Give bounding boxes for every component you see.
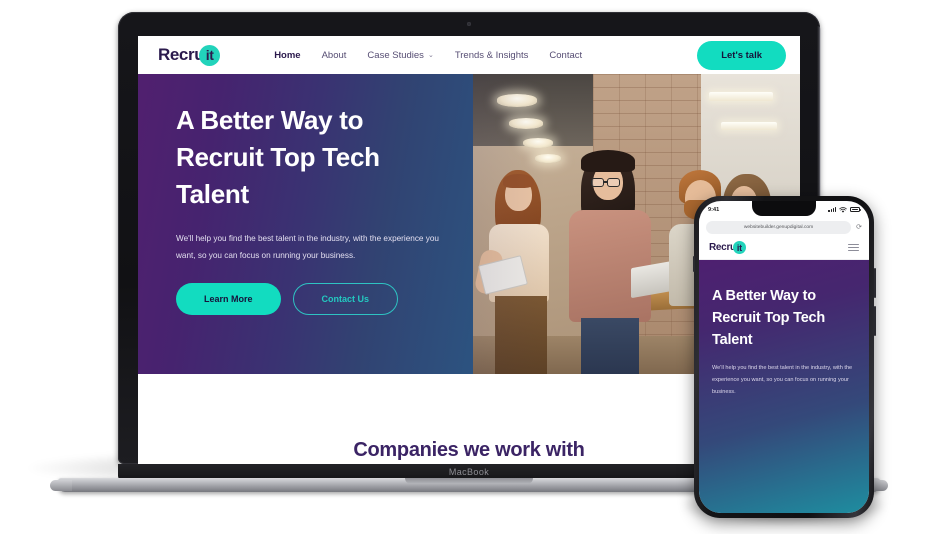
hero-heading: A Better Way to Recruit Top Tech Talent [176,105,380,209]
companies-heading: Companies we work with [353,439,585,461]
learn-more-button[interactable]: Learn More [176,282,281,315]
phone-hero-heading: A Better Way to Recruit Top Tech Talent [712,288,826,348]
nav-item-contact[interactable]: Contact [549,50,582,61]
product-mockup-scene: Recru it Home About Case Studies ⌄ Trend… [0,0,938,534]
macbook-label: MacBook [448,467,490,477]
battery-icon [850,207,861,212]
signal-bars-icon [828,207,836,212]
phone-mute-switch[interactable] [692,256,695,272]
logo-text: Recru [158,45,205,64]
wifi-icon [839,206,847,213]
status-time: 9:41 [708,206,720,213]
contact-us-button[interactable]: Contact Us [292,282,399,315]
status-indicators [828,206,861,213]
iphone-mockup: 9:41 websitebuilder.genupdigital.com ⟳ R… [692,196,876,518]
webcam-icon [467,22,471,26]
lets-talk-button[interactable]: Let's talk [697,40,786,70]
hero-paragraph: We'll help you find the best talent in t… [176,233,439,261]
nav-item-trends-insights[interactable]: Trends & Insights [455,50,529,61]
hero-button-group: Learn More Contact Us [176,282,473,315]
reload-icon[interactable]: ⟳ [856,223,862,231]
address-bar[interactable]: websitebuilder.genupdigital.com [706,220,852,234]
nav-label: Case Studies [367,49,424,61]
phone-site-header: Recru it [699,236,869,260]
phone-browser-bar: websitebuilder.genupdigital.com ⟳ [699,218,869,236]
phone-site-logo[interactable]: Recru it [709,241,746,254]
site-logo[interactable]: Recru it [158,44,221,66]
nav-item-home[interactable]: Home [274,50,300,61]
nav-label: Trends & Insights [454,49,529,61]
phone-status-bar: 9:41 [699,201,869,218]
nav-label: About [321,49,347,61]
nav-item-case-studies[interactable]: Case Studies ⌄ [367,50,433,61]
hero-copy-panel: A Better Way to Recruit Top Tech Talent … [138,74,473,374]
logo-badge-icon: it [732,241,746,254]
phone-hero-paragraph: We'll help you find the best talent in t… [712,365,853,395]
nav-label: Contact [549,49,583,61]
url-text: websitebuilder.genupdigital.com [743,224,814,230]
nav-label: Home [274,49,301,61]
phone-volume-down-button[interactable] [873,306,876,336]
chevron-down-icon: ⌄ [427,52,434,59]
laptop-base-notch [405,478,533,484]
site-navbar: Recru it Home About Case Studies ⌄ Trend… [138,36,800,74]
phone-hero-section: A Better Way to Recruit Top Tech Talent … [699,260,869,513]
phone-volume-up-button[interactable] [873,268,876,298]
phone-frame: 9:41 websitebuilder.genupdigital.com ⟳ R… [692,196,876,518]
nav-item-about[interactable]: About [322,50,347,61]
logo-text: Recru [709,242,736,253]
logo-badge-icon: it [199,44,221,66]
laptop-foot-left [50,480,72,491]
phone-screen: 9:41 websitebuilder.genupdigital.com ⟳ R… [699,201,869,513]
main-nav-links: Home About Case Studies ⌄ Trends & Insig… [274,50,582,61]
hamburger-menu-icon[interactable] [848,243,859,252]
